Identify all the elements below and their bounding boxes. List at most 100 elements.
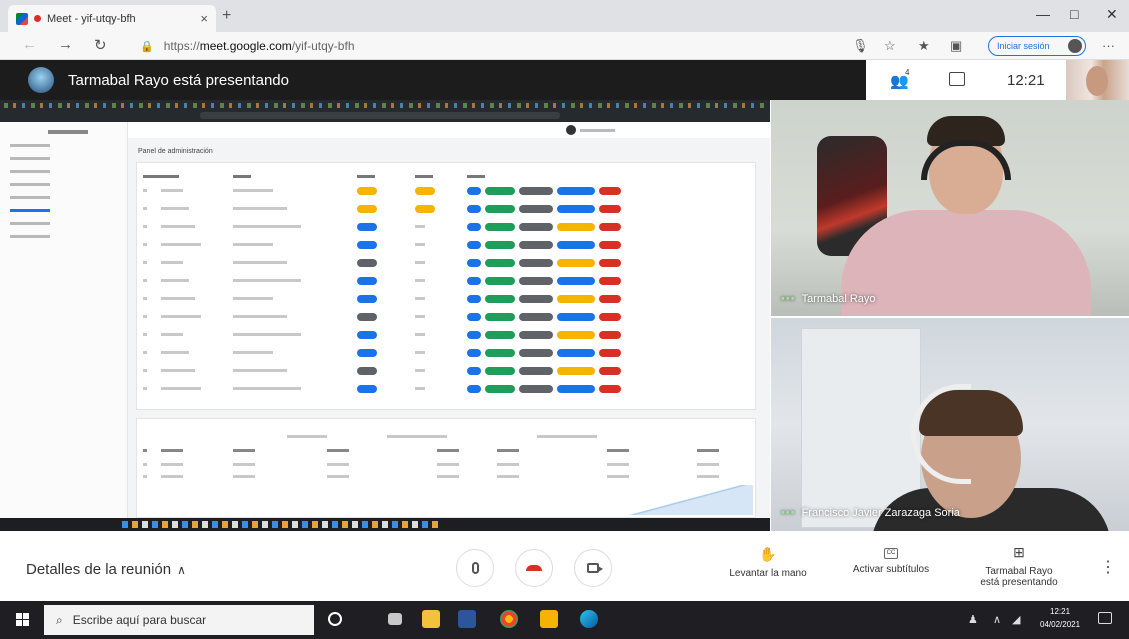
browser-menu-icon[interactable]: ··· xyxy=(1102,38,1115,53)
taskbar-clock[interactable]: 12:21 04/02/2021 xyxy=(1040,605,1080,631)
maximize-button[interactable]: □ xyxy=(1070,6,1078,22)
shared-records-cell xyxy=(497,449,519,452)
mic-button[interactable] xyxy=(456,549,494,587)
shared-main-area: Panel de administración xyxy=(128,122,770,518)
participant-name: Francisco Javier Zarazaga Soria xyxy=(801,507,960,519)
shared-action-pill xyxy=(519,331,553,339)
shared-action-pill xyxy=(467,241,481,249)
url-field[interactable]: 🔒 https://meet.google.com/yif-utqy-bfh xyxy=(140,36,355,56)
user-tray-icon[interactable]: ♟ xyxy=(968,613,978,626)
hangup-button[interactable] xyxy=(515,549,553,587)
shared-action-pill xyxy=(467,385,481,393)
meeting-details-button[interactable]: Detalles de la reunión ∧ xyxy=(26,561,186,578)
shared-table-cell xyxy=(415,261,425,264)
edge-icon[interactable] xyxy=(580,610,598,628)
microphone-permission-icon[interactable]: 🎙 xyxy=(852,38,869,54)
minimize-button[interactable]: — xyxy=(1036,6,1050,22)
shared-action-pill xyxy=(557,277,595,285)
notification-icon[interactable] xyxy=(1098,612,1112,624)
shared-records-cell xyxy=(437,475,459,478)
network-icon[interactable]: ◢ xyxy=(1012,613,1020,626)
shared-table-cell xyxy=(233,351,273,354)
presenting-label-1: Tarmabal Rayo xyxy=(985,566,1053,577)
shared-action-pill xyxy=(557,187,595,195)
close-tab-icon[interactable]: × xyxy=(200,11,208,26)
chat-icon[interactable] xyxy=(949,72,965,86)
shared-action-pill xyxy=(599,259,621,267)
new-tab-button[interactable]: + xyxy=(222,7,231,25)
shared-records-cell xyxy=(143,463,147,466)
captions-button[interactable]: CC Activar subtítulos xyxy=(841,546,941,575)
present-icon: ⊞ xyxy=(1013,544,1025,560)
shared-action-pill xyxy=(557,259,595,267)
shared-action-pill xyxy=(519,241,553,249)
shared-user-avatar xyxy=(566,125,576,135)
more-options-icon[interactable]: ⋮ xyxy=(1100,557,1116,577)
shared-url-bar xyxy=(200,112,560,119)
participant-tile[interactable]: ••• Tarmabal Rayo xyxy=(771,100,1129,316)
file-explorer-icon[interactable] xyxy=(540,610,558,628)
shared-records-cell xyxy=(161,475,183,478)
shared-table-cell xyxy=(233,387,301,390)
presenter-avatar xyxy=(28,67,54,93)
reload-icon[interactable]: ↻ xyxy=(94,36,107,54)
tray-expand-icon[interactable]: ∧ xyxy=(993,613,1001,626)
shared-action-pill xyxy=(519,349,553,357)
shared-sidebar-item xyxy=(10,157,50,160)
shared-table-cell xyxy=(233,279,301,282)
outlook-icon[interactable] xyxy=(458,610,476,628)
shared-action-pill xyxy=(599,223,621,231)
participant-body xyxy=(841,210,1091,316)
shared-action-pill xyxy=(557,223,595,231)
participant-name-tag: ••• Francisco Javier Zarazaga Soria xyxy=(781,507,960,519)
self-view-video[interactable] xyxy=(1066,60,1129,100)
shared-action-pill xyxy=(599,241,621,249)
favicon-icon xyxy=(16,12,28,25)
shared-action-pill xyxy=(557,331,595,339)
forward-icon[interactable]: → xyxy=(58,36,73,53)
shared-table-cell xyxy=(233,315,287,318)
shared-action-pill xyxy=(519,223,553,231)
shared-action-pill xyxy=(467,223,481,231)
shared-sidebar-item xyxy=(10,235,50,238)
shared-table-cell xyxy=(233,333,301,336)
taskbar-search-box[interactable]: ⌕ Escribe aquí para buscar xyxy=(44,605,314,635)
shared-action-pill xyxy=(599,295,621,303)
chrome-icon[interactable] xyxy=(500,610,518,628)
people-count: 4 xyxy=(905,68,910,77)
self-view-face xyxy=(1086,66,1108,96)
store-icon[interactable] xyxy=(422,610,440,628)
cortana-icon[interactable] xyxy=(328,612,342,626)
shared-table-header-cell xyxy=(233,175,251,178)
signin-button[interactable]: Iniciar sesión xyxy=(988,36,1086,56)
close-window-button[interactable]: ✕ xyxy=(1106,6,1118,23)
shared-table-cell xyxy=(415,351,425,354)
shared-action-pill xyxy=(599,331,621,339)
shared-records-cell xyxy=(607,463,629,466)
shared-table-cell xyxy=(143,333,147,336)
taskbar-time: 12:21 xyxy=(1050,607,1071,616)
shared-records-cell xyxy=(327,449,349,452)
shared-records-cell xyxy=(607,475,629,478)
shared-sidebar-item xyxy=(10,222,50,225)
shared-type-pill xyxy=(357,277,377,285)
profile-avatar-icon xyxy=(1068,39,1082,53)
raise-hand-button[interactable]: ✋ Levantar la mano xyxy=(723,546,813,579)
task-view-icon[interactable] xyxy=(388,613,402,625)
presenting-button[interactable]: ⊞ Tarmabal Rayo está presentando xyxy=(964,544,1074,588)
browser-tab-meet[interactable]: Meet - yif-utqy-bfh × xyxy=(8,5,216,32)
shared-type-pill xyxy=(357,205,377,213)
shared-records-cell xyxy=(161,449,183,452)
shared-records-cell xyxy=(327,463,349,466)
favorite-star-icon[interactable]: ☆ xyxy=(884,38,896,54)
shared-privilege-pill xyxy=(415,205,435,213)
back-icon[interactable]: ← xyxy=(22,36,37,53)
shared-action-pill xyxy=(485,277,515,285)
shared-screen: Panel de administración xyxy=(0,100,770,531)
participant-tile[interactable]: ••• Francisco Javier Zarazaga Soria xyxy=(771,318,1129,531)
shared-action-pill xyxy=(485,205,515,213)
camera-button[interactable] xyxy=(574,549,612,587)
collections-icon[interactable]: ▣ xyxy=(950,38,962,54)
favorites-list-icon[interactable]: ★ xyxy=(918,38,930,54)
windows-start-icon[interactable] xyxy=(16,613,29,626)
